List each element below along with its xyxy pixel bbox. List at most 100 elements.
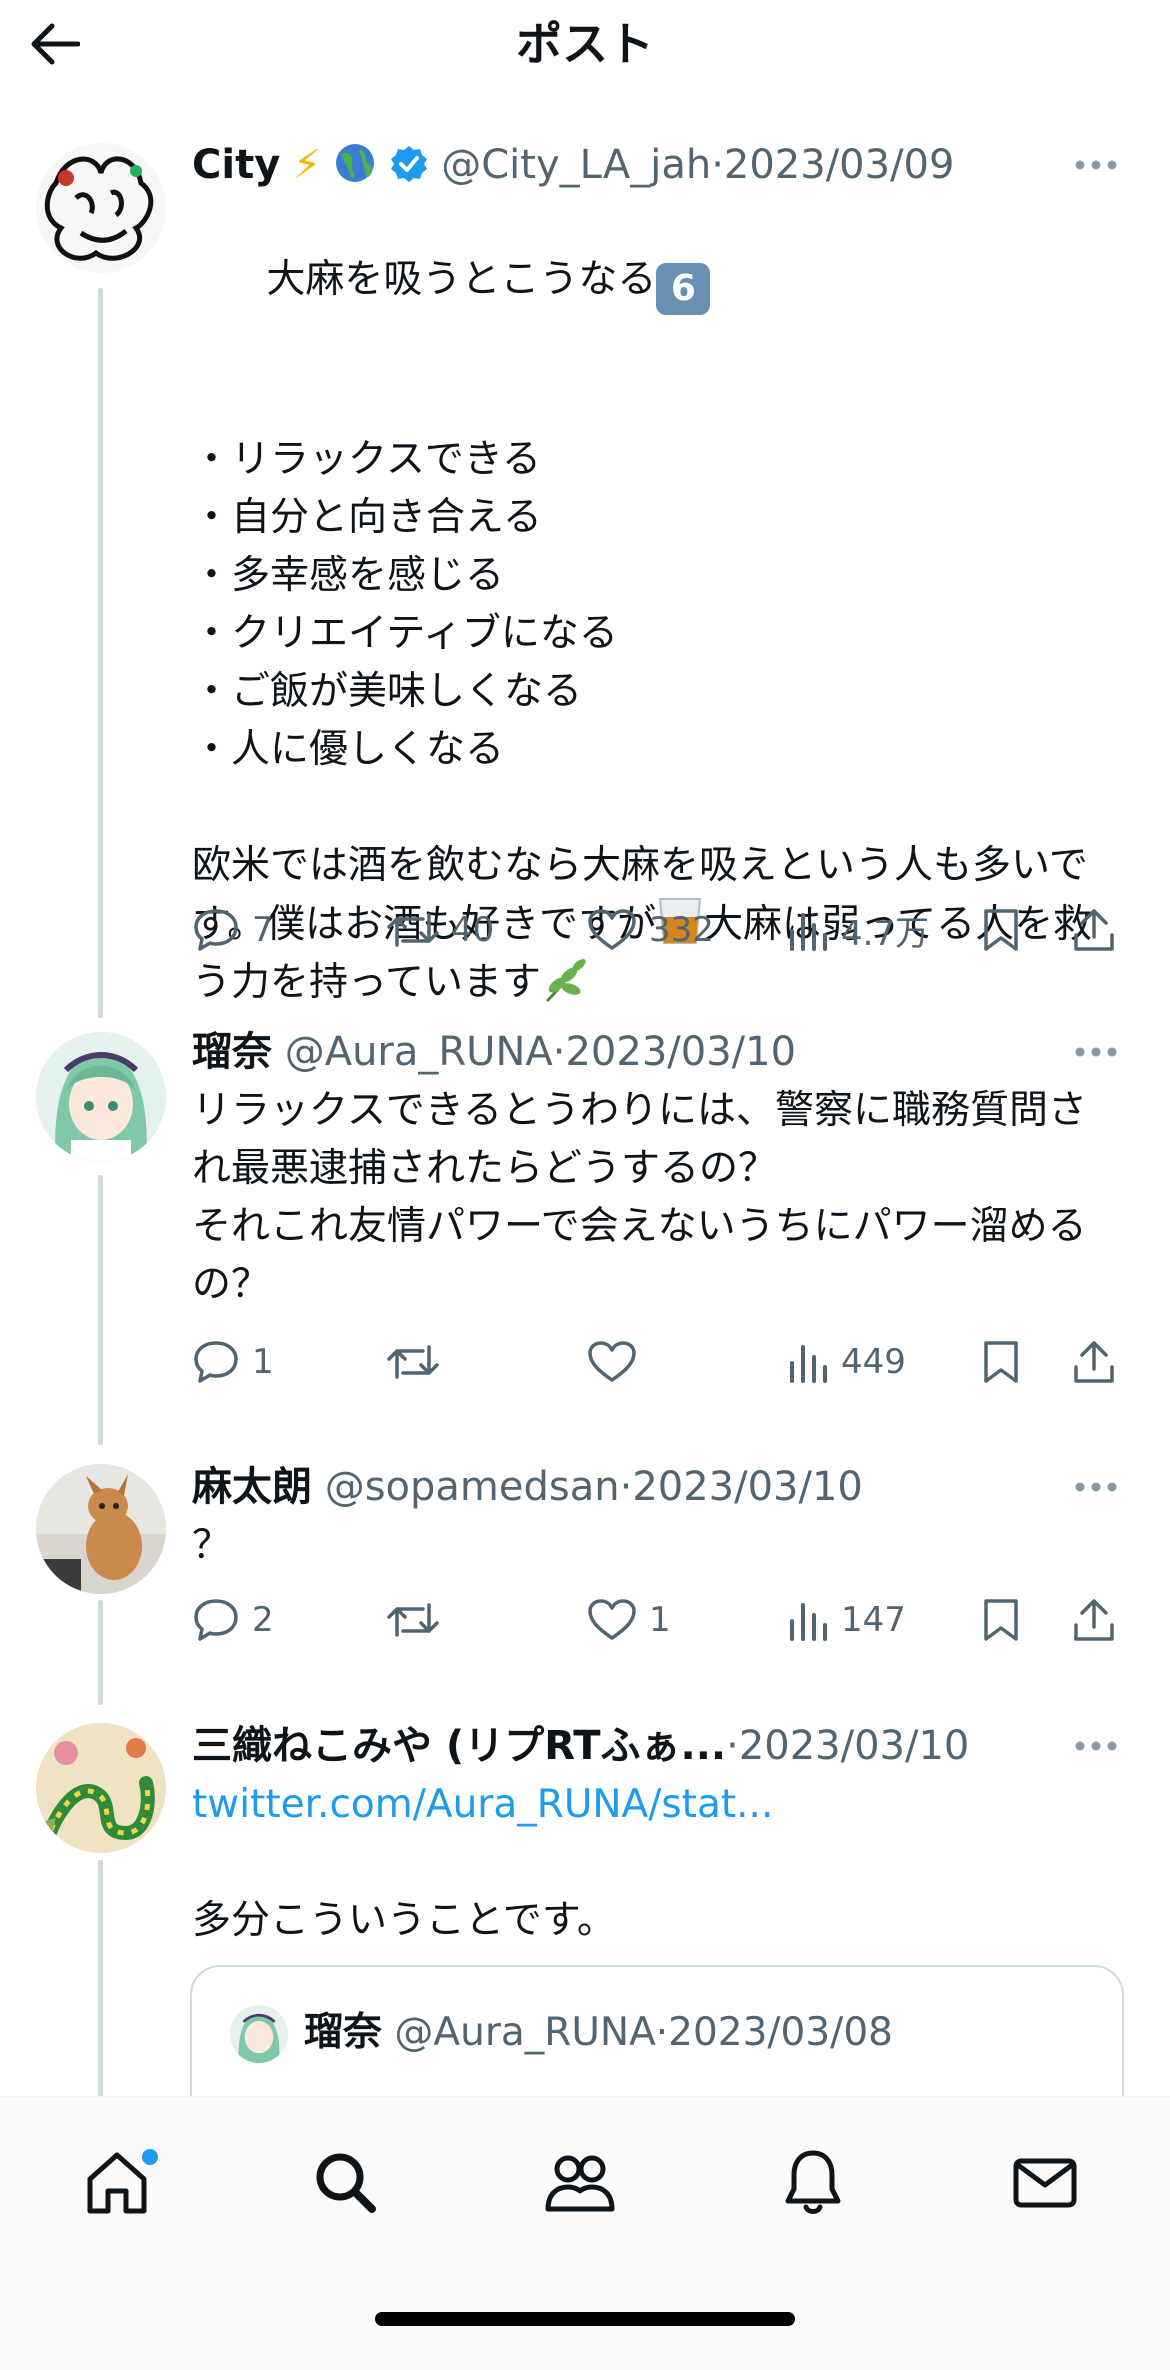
repost-icon — [387, 1603, 439, 1637]
lightning-icon: ⚡ — [292, 142, 322, 188]
post-text: 大麻を吸うとこうなる 6 — [192, 193, 1126, 373]
views-icon — [790, 913, 827, 951]
display-name[interactable]: 瑠奈 — [192, 1029, 272, 1075]
bookmark-button[interactable] — [982, 1327, 1020, 1397]
page-title: ポスト — [516, 17, 654, 71]
bookmark-button[interactable] — [982, 1585, 1020, 1655]
separator-dot: · — [655, 2010, 669, 2055]
post-text: ？ — [192, 1523, 232, 1568]
display-name[interactable]: 麻太朗 — [192, 1464, 312, 1510]
avatar[interactable] — [36, 1723, 166, 1853]
handle[interactable]: @Aura_RUNA — [285, 1029, 553, 1075]
more-icon — [1075, 1047, 1117, 1057]
tab-search[interactable] — [290, 2127, 400, 2237]
display-name[interactable]: City — [192, 142, 280, 188]
quoted-date: 2023/03/08 — [668, 2010, 893, 2055]
views-button[interactable]: 147 — [787, 1585, 906, 1655]
post-date[interactable]: 2023/03/10 — [565, 1029, 796, 1075]
avatar-drawing — [36, 1723, 166, 1853]
repost-count: 40 — [451, 910, 495, 950]
more-options-button[interactable] — [1066, 1457, 1126, 1517]
quoted-handle: @Aura_RUNA — [394, 2010, 656, 2055]
views-icon — [790, 1603, 827, 1641]
back-button[interactable] — [28, 12, 98, 76]
post-actions: 2 1 147 — [192, 1585, 1132, 1655]
avatar[interactable] — [36, 1032, 166, 1162]
top-bar: ポスト — [0, 0, 1170, 90]
post-date[interactable]: 2023/03/09 — [724, 142, 955, 188]
avatar[interactable] — [36, 1464, 166, 1594]
views-button[interactable]: 4.7万 — [787, 895, 929, 965]
tab-home[interactable] — [62, 2127, 172, 2237]
heart-icon — [588, 909, 636, 950]
display-name[interactable]: 三織ねこみや (リプRTふぁ... — [192, 1723, 726, 1769]
share-button[interactable] — [1072, 1585, 1116, 1655]
reply-icon — [194, 1599, 238, 1641]
more-options-button[interactable] — [1066, 1022, 1126, 1082]
handle[interactable]: @sopamedsan — [325, 1464, 620, 1510]
more-icon — [1075, 160, 1117, 170]
more-options-button[interactable] — [1066, 1716, 1126, 1776]
repost-button[interactable] — [387, 1327, 439, 1397]
repost-icon — [387, 913, 439, 947]
globe-icon — [335, 144, 374, 182]
post-actions: 1 449 — [192, 1327, 1132, 1397]
separator-dot: · — [711, 142, 724, 188]
post-date[interactable]: 2023/03/10 — [739, 1723, 970, 1769]
notifications-icon — [785, 2150, 841, 2214]
post-header: 瑠奈 @Aura_RUNA·2023/03/10 — [192, 1022, 1126, 1082]
tab-communities[interactable] — [525, 2127, 635, 2237]
thread-line — [98, 1860, 103, 2100]
avatar-drawing — [36, 1032, 166, 1162]
reply-count: 2 — [252, 1600, 274, 1640]
quoted-avatar — [230, 2005, 288, 2063]
post-header: 麻太朗 @sopamedsan·2023/03/10 — [192, 1457, 1126, 1517]
handle[interactable]: @City_LA_jah — [441, 142, 711, 188]
messages-icon — [1013, 2158, 1077, 2208]
like-count: 332 — [649, 910, 714, 950]
reply-button[interactable]: 2 — [192, 1585, 274, 1655]
like-button[interactable]: 1 — [587, 1585, 671, 1655]
like-button[interactable]: 332 — [587, 895, 714, 965]
communities-icon — [545, 2155, 615, 2212]
heart-icon — [588, 1341, 636, 1382]
reply-count: 7 — [252, 910, 274, 950]
separator-dot: · — [619, 1464, 633, 1510]
reply-count: 1 — [252, 1342, 274, 1382]
reply-icon — [194, 909, 238, 951]
like-count: 1 — [649, 1600, 671, 1640]
share-button[interactable] — [1072, 895, 1116, 965]
heart-icon — [588, 1599, 636, 1640]
tweet-link[interactable]: twitter.com/Aura_RUNA/stat... — [192, 1776, 1126, 1834]
post-header: 三織ねこみや (リプRTふぁ...·2023/03/10 — [192, 1716, 1126, 1776]
avatar-drawing — [36, 143, 166, 273]
post-date[interactable]: 2023/03/10 — [632, 1464, 863, 1510]
bookmark-button[interactable] — [982, 895, 1020, 965]
views-button[interactable]: 449 — [787, 1327, 906, 1397]
thread-line — [98, 1600, 103, 1705]
avatar-drawing — [36, 1464, 166, 1594]
post-text: リラックスできるとうわりには、警察に職務質問され最悪逮捕されたらどうするの？ そ… — [192, 1088, 1088, 1307]
view-count: 4.7万 — [841, 913, 930, 954]
reply-button[interactable]: 1 — [192, 1327, 274, 1397]
post-actions: 7 40 332 4.7万 — [192, 895, 1132, 965]
avatar[interactable] — [36, 143, 166, 273]
bookmark-icon — [984, 1341, 1018, 1383]
more-options-button[interactable] — [1066, 135, 1126, 195]
bookmark-icon — [984, 1599, 1018, 1641]
notification-dot — [142, 2149, 158, 2165]
verified-badge-icon — [390, 146, 427, 182]
views-icon — [790, 1345, 827, 1383]
repost-button[interactable]: 40 — [387, 895, 494, 965]
repost-button[interactable] — [387, 1585, 439, 1655]
reply-button[interactable]: 7 — [192, 895, 274, 965]
back-arrow-icon — [31, 23, 80, 65]
share-button[interactable] — [1072, 1327, 1116, 1397]
tab-messages[interactable] — [990, 2127, 1100, 2237]
bottom-tab-bar — [0, 2096, 1170, 2370]
view-count: 449 — [841, 1342, 906, 1382]
post-text-line: 大麻を吸うとこうなる — [266, 257, 657, 302]
like-button[interactable] — [587, 1327, 637, 1397]
reply-icon — [194, 1341, 238, 1383]
tab-notifications[interactable] — [758, 2127, 868, 2237]
